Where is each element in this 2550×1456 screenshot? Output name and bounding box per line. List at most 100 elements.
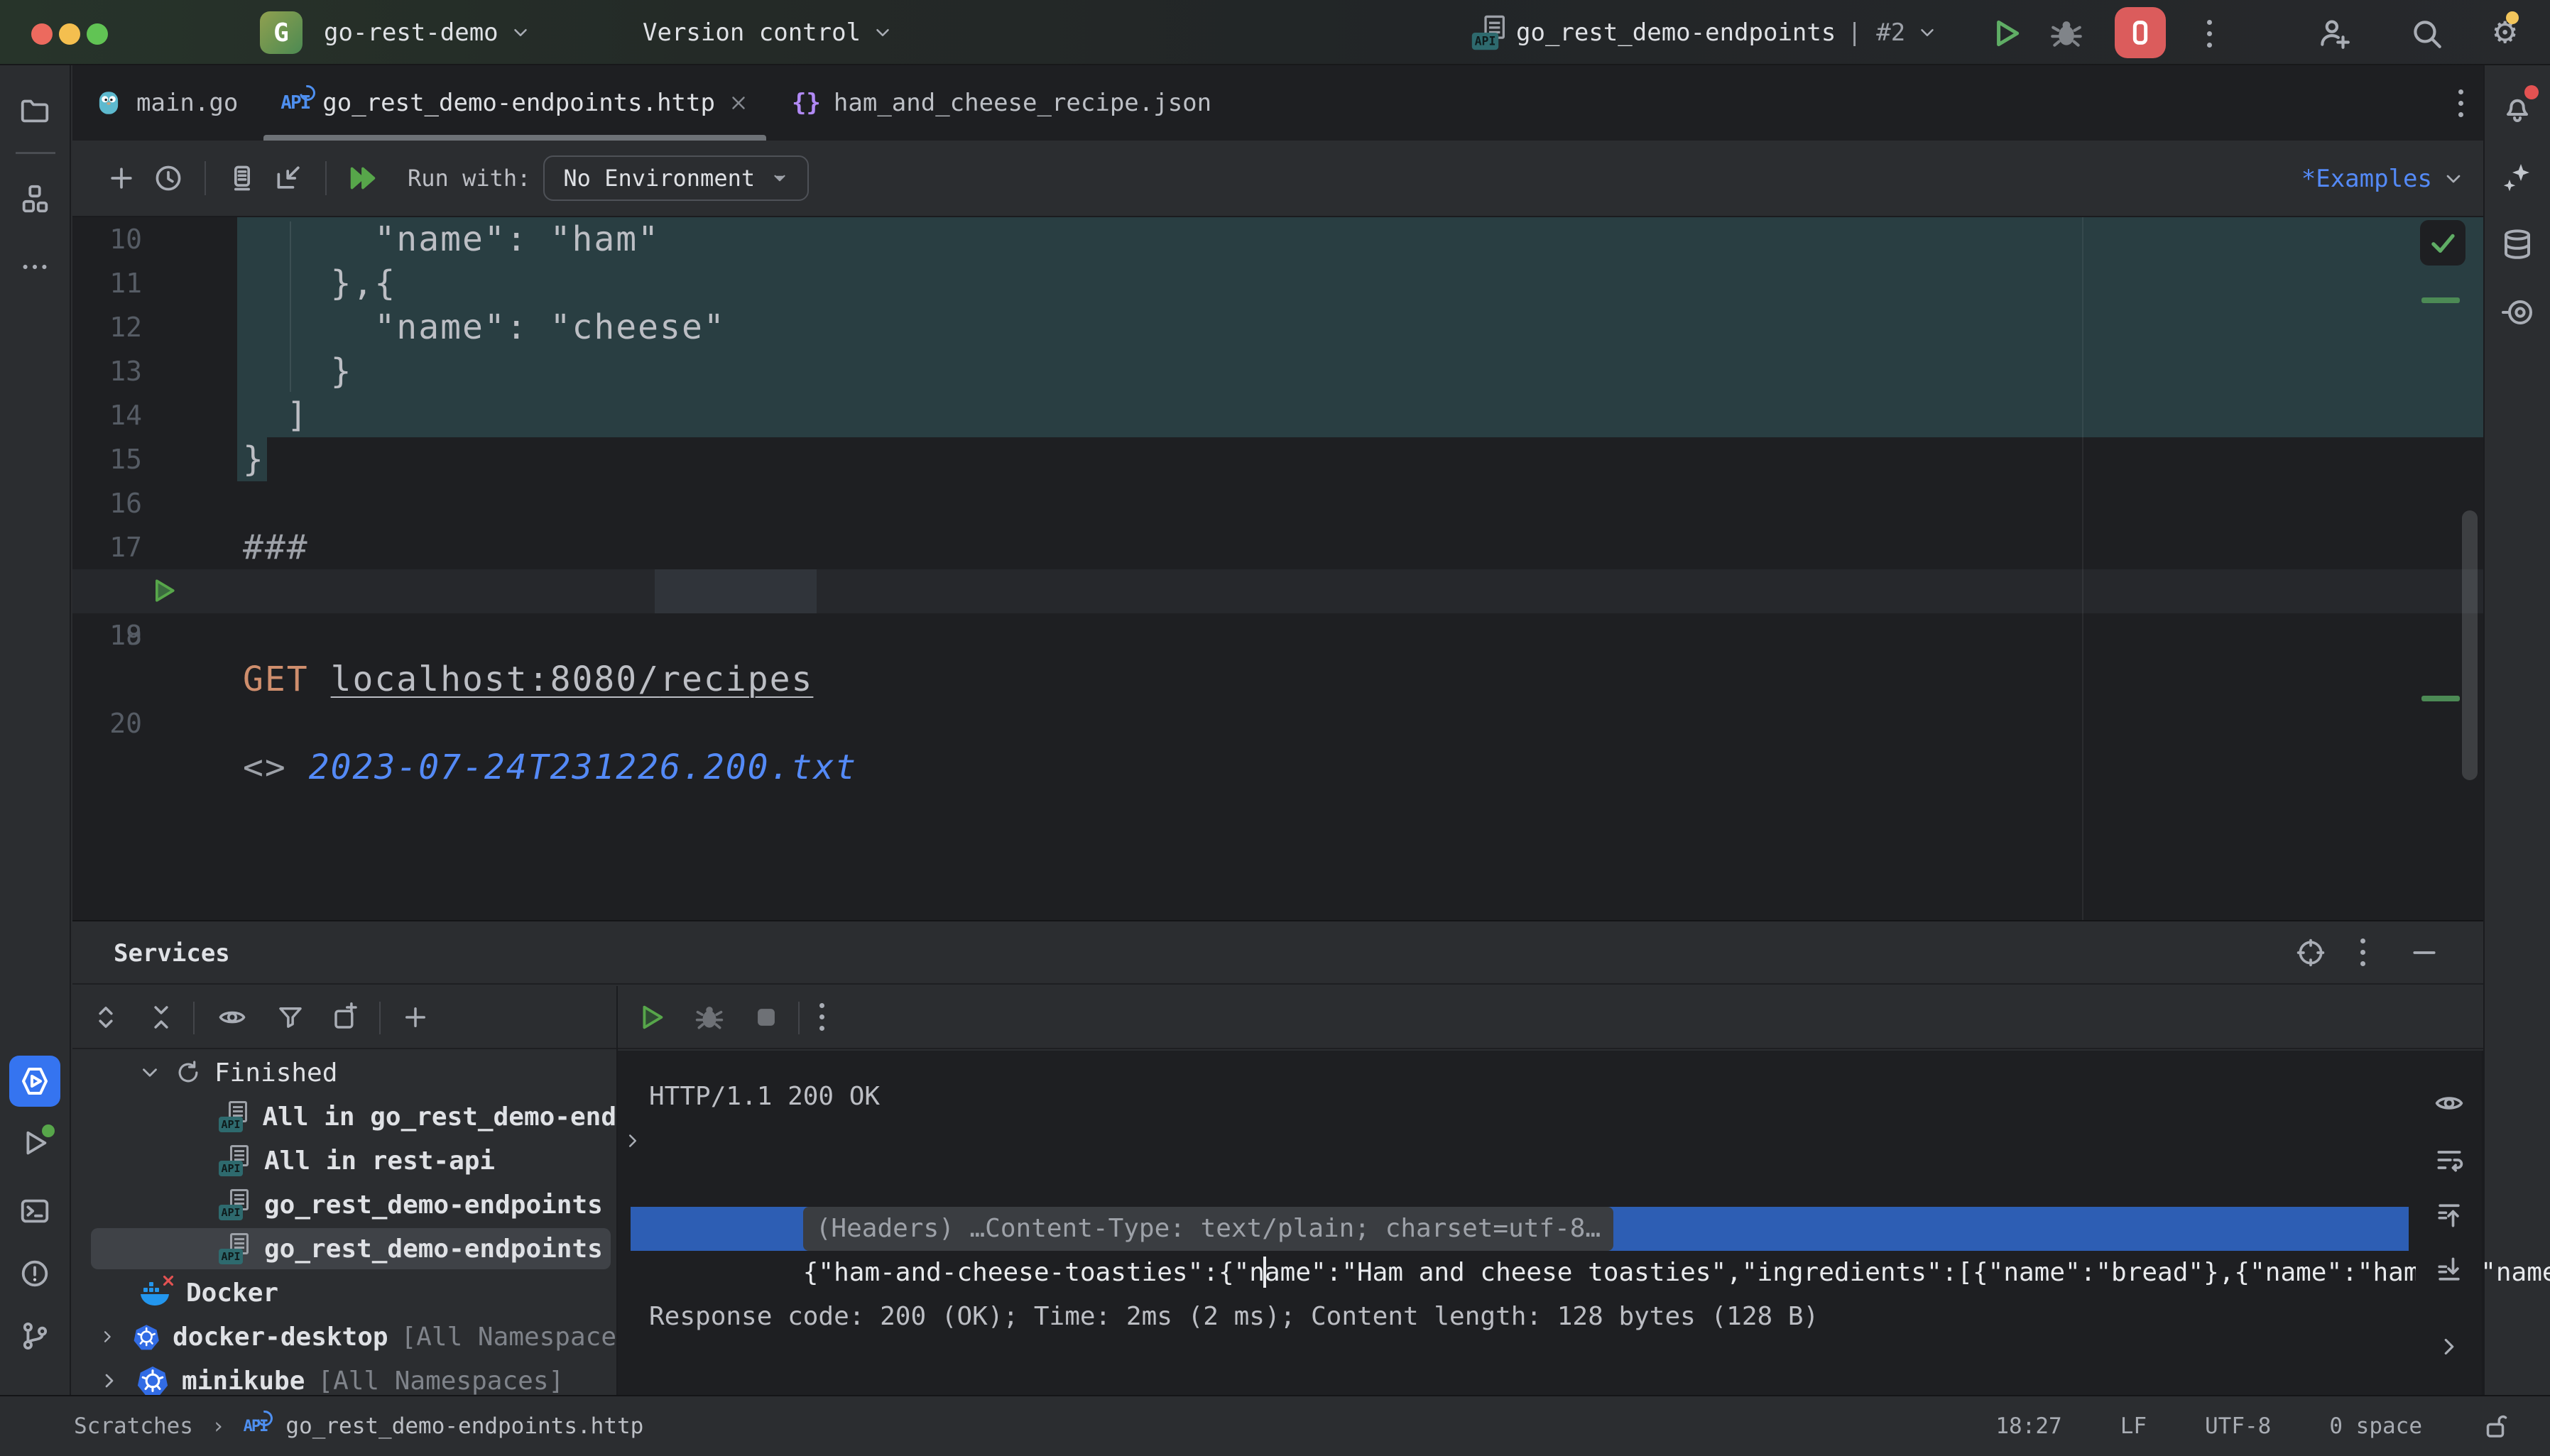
version-control-tool-button[interactable]: [9, 1310, 60, 1362]
tree-node-request[interactable]: API All in rest-api: [72, 1139, 616, 1183]
run-button[interactable]: [1988, 16, 2024, 51]
expand-all-button[interactable]: [82, 994, 129, 1041]
ai-assistant-button[interactable]: [2492, 152, 2543, 203]
caret-position-widget[interactable]: 18:27: [1995, 1413, 2061, 1439]
soft-wrap-button[interactable]: [2434, 1144, 2465, 1176]
notification-badge: [2524, 85, 2539, 99]
notifications-button[interactable]: [2492, 81, 2543, 132]
tree-node-request[interactable]: API go_rest_demo-endpoints: [72, 1183, 616, 1227]
response-file-link[interactable]: 2023-07-24T231226.200.txt: [309, 748, 857, 787]
fold-chevron-icon[interactable]: [622, 1130, 643, 1151]
vcs-menu[interactable]: Version control: [643, 0, 893, 65]
chevron-down-icon[interactable]: [138, 1061, 162, 1085]
rerun-request-button[interactable]: [628, 994, 675, 1041]
preview-options-button[interactable]: [2434, 1088, 2465, 1119]
close-window-button[interactable]: [31, 23, 53, 45]
indent-widget[interactable]: 0 space: [2329, 1413, 2422, 1439]
inspections-status-widget[interactable]: [2420, 220, 2465, 266]
show-options-button[interactable]: [2295, 937, 2326, 968]
run-request-gutter-icon[interactable]: [148, 575, 179, 606]
api-file-icon: API: [219, 1101, 249, 1132]
hide-panel-button[interactable]: [2409, 937, 2440, 968]
services-header[interactable]: Services: [72, 921, 2483, 985]
run-configuration-selector[interactable]: API go_rest_demo-endpoints | #2: [1473, 0, 1938, 65]
editor-scrollbar[interactable]: [2462, 510, 2478, 780]
examples-dropdown[interactable]: *Examples: [2301, 141, 2465, 217]
run-all-requests-button[interactable]: [339, 155, 386, 202]
chevron-down-icon: [2442, 168, 2465, 190]
tree-node-request-selected[interactable]: API go_rest_demo-endpoints: [72, 1227, 616, 1271]
encoding-widget[interactable]: UTF-8: [2205, 1413, 2271, 1439]
run-tool-button[interactable]: [9, 1117, 60, 1168]
request-history-button[interactable]: [145, 155, 192, 202]
http-file-icon: API: [1472, 16, 1506, 50]
toolbar-separator: [798, 1002, 800, 1034]
debug-button[interactable]: [2049, 16, 2084, 51]
add-request-button[interactable]: [98, 155, 145, 202]
error-stripe-mark: [2421, 696, 2460, 701]
scroll-to-top-button[interactable]: [2434, 1200, 2465, 1231]
terminal-tool-button[interactable]: [9, 1186, 60, 1237]
view-options-button[interactable]: [209, 994, 256, 1041]
tree-node-request[interactable]: API All in go_rest_demo-end: [72, 1095, 616, 1139]
maximize-window-button[interactable]: [87, 23, 108, 45]
response-file-line: 20 <> 2023-07-24T231226.200.txt: [72, 657, 2483, 701]
tab-http-file[interactable]: API go_rest_demo-endpoints.http: [259, 65, 770, 141]
settings-button[interactable]: ⚙: [2494, 10, 2516, 53]
code-with-me-button[interactable]: [2316, 16, 2352, 51]
filter-button[interactable]: [267, 994, 314, 1041]
tab-json-file[interactable]: {} ham_and_cheese_recipe.json: [770, 65, 1233, 141]
import-requests-button[interactable]: [266, 155, 312, 202]
debug-request-button[interactable]: [686, 994, 733, 1041]
more-tool-windows-button[interactable]: [9, 241, 60, 292]
response-body-line: {"ham-and-cheese-toasties":{"name":"Ham …: [618, 1207, 2416, 1251]
structure-tool-button[interactable]: [9, 173, 60, 224]
stop-request-button[interactable]: [743, 994, 790, 1041]
kubernetes-icon: [136, 1364, 169, 1396]
status-bar: Scratches › API go_rest_demo-endpoints.h…: [0, 1395, 2550, 1456]
editor-pane[interactable]: 10 "name": "ham" 11 },{ 12 "name": "chee…: [72, 217, 2483, 920]
services-tool-button[interactable]: [9, 1056, 60, 1107]
add-service-button[interactable]: [392, 994, 439, 1041]
title-bar: G go-rest-demo Version control API go_re…: [0, 0, 2550, 65]
services-toolbar: [72, 986, 2483, 1049]
readonly-toggle[interactable]: [2480, 1411, 2510, 1441]
project-tool-button[interactable]: [9, 85, 60, 136]
problems-tool-button[interactable]: [9, 1248, 60, 1299]
scroll-to-bottom-button[interactable]: [2434, 1254, 2465, 1285]
panel-options-button[interactable]: [2360, 938, 2365, 966]
more-actions-button[interactable]: [819, 1003, 824, 1031]
api-file-icon: API: [219, 1145, 250, 1176]
toolbar-separator: [325, 161, 327, 195]
chevron-right-icon[interactable]: [98, 1325, 117, 1348]
tree-node-finished[interactable]: Finished: [72, 1051, 616, 1095]
breadcrumb[interactable]: Scratches › API go_rest_demo-endpoints.h…: [0, 1413, 643, 1439]
search-everywhere-button[interactable]: [2409, 16, 2444, 51]
endpoints-button[interactable]: [2492, 287, 2543, 338]
minimize-window-button[interactable]: [59, 23, 80, 45]
open-in-new-tab-button[interactable]: [322, 994, 369, 1041]
line-separator-widget[interactable]: LF: [2120, 1413, 2147, 1439]
http-request-icon: API: [244, 1418, 268, 1435]
close-icon[interactable]: [728, 92, 749, 114]
response-console[interactable]: HTTP/1.1 200 OK (Headers) …Content-Type:…: [618, 1051, 2416, 1396]
services-title: Services: [114, 921, 230, 985]
unlock-icon: [2480, 1411, 2510, 1441]
tree-node-kubernetes[interactable]: minikube [All Namespaces]: [72, 1359, 616, 1396]
stop-button[interactable]: [2115, 7, 2166, 58]
more-run-actions-button[interactable]: [2207, 20, 2212, 48]
json-file-icon: {}: [792, 89, 821, 117]
collapse-all-button[interactable]: [138, 994, 185, 1041]
tree-node-docker[interactable]: Docker: [72, 1271, 616, 1315]
database-button[interactable]: [2492, 219, 2543, 270]
stripe-divider: [16, 152, 55, 154]
tab-main-go[interactable]: main.go: [72, 65, 259, 141]
chevron-right-icon[interactable]: [98, 1369, 121, 1392]
toolbar-separator: [193, 1002, 195, 1034]
environment-selector[interactable]: No Environment: [543, 155, 809, 201]
tab-options-button[interactable]: [2458, 89, 2463, 117]
tree-node-kubernetes[interactable]: docker-desktop [All Namespace: [72, 1315, 616, 1359]
project-menu[interactable]: go-rest-demo: [324, 0, 531, 65]
copy-request-button[interactable]: [219, 155, 266, 202]
expand-panel-button[interactable]: [2436, 1333, 2463, 1360]
